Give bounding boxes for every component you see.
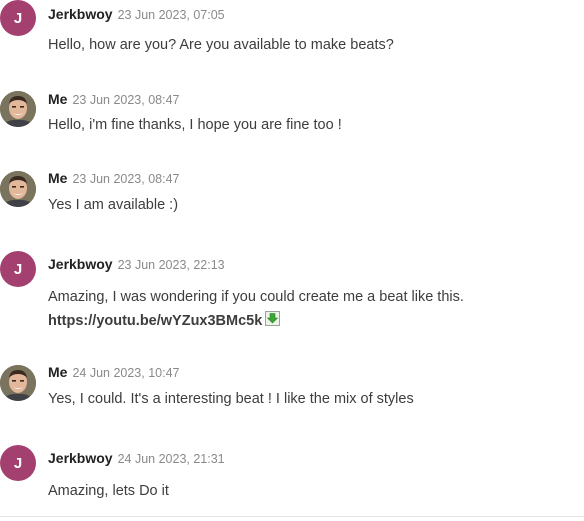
avatar[interactable] xyxy=(0,365,36,401)
author-name[interactable]: Me xyxy=(48,170,67,186)
message-text: Hello, i'm fine thanks, I hope you are f… xyxy=(48,117,342,133)
message-text: Amazing, I was wondering if you could cr… xyxy=(48,289,464,305)
message-text: Hello, how are you? Are you available to… xyxy=(48,37,394,53)
user-photo-avatar xyxy=(0,171,36,207)
avatar[interactable]: J xyxy=(0,0,36,36)
message-text: Yes I am available :) xyxy=(48,197,179,213)
avatar[interactable]: J xyxy=(0,445,36,481)
message-timestamp: 24 Jun 2023, 21:31 xyxy=(117,452,225,466)
message-header: Me 23 Jun 2023, 08:47 xyxy=(48,170,180,188)
download-icon[interactable] xyxy=(265,311,281,326)
message-timestamp: 23 Jun 2023, 08:47 xyxy=(72,172,180,186)
user-photo-avatar xyxy=(0,365,36,401)
message-timestamp: 23 Jun 2023, 08:47 xyxy=(72,93,180,107)
message-header: Me 23 Jun 2023, 08:47 xyxy=(48,91,180,109)
author-name[interactable]: Jerkbwoy xyxy=(48,450,113,466)
message-link-line: https://youtu.be/wYZux3BMc5k xyxy=(48,311,281,329)
author-name[interactable]: Me xyxy=(48,91,67,107)
user-photo-avatar xyxy=(0,91,36,127)
message-timestamp: 24 Jun 2023, 10:47 xyxy=(72,366,180,380)
avatar[interactable] xyxy=(0,91,36,127)
message-text: Amazing, lets Do it xyxy=(48,483,169,499)
youtube-link[interactable]: https://youtu.be/wYZux3BMc5k xyxy=(48,313,262,329)
avatar[interactable] xyxy=(0,171,36,207)
author-name[interactable]: Me xyxy=(48,364,67,380)
message-timestamp: 23 Jun 2023, 07:05 xyxy=(117,8,225,22)
message-header: Jerkbwoy 23 Jun 2023, 07:05 xyxy=(48,6,225,24)
message-header: Jerkbwoy 23 Jun 2023, 22:13 xyxy=(48,256,225,274)
message-header: Me 24 Jun 2023, 10:47 xyxy=(48,364,180,382)
avatar[interactable]: J xyxy=(0,251,36,287)
author-name[interactable]: Jerkbwoy xyxy=(48,256,113,272)
author-name[interactable]: Jerkbwoy xyxy=(48,6,113,22)
message-header: Jerkbwoy 24 Jun 2023, 21:31 xyxy=(48,450,225,468)
message-timestamp: 23 Jun 2023, 22:13 xyxy=(117,258,225,272)
message-text: Yes, I could. It's a interesting beat ! … xyxy=(48,391,414,407)
divider xyxy=(0,516,584,517)
